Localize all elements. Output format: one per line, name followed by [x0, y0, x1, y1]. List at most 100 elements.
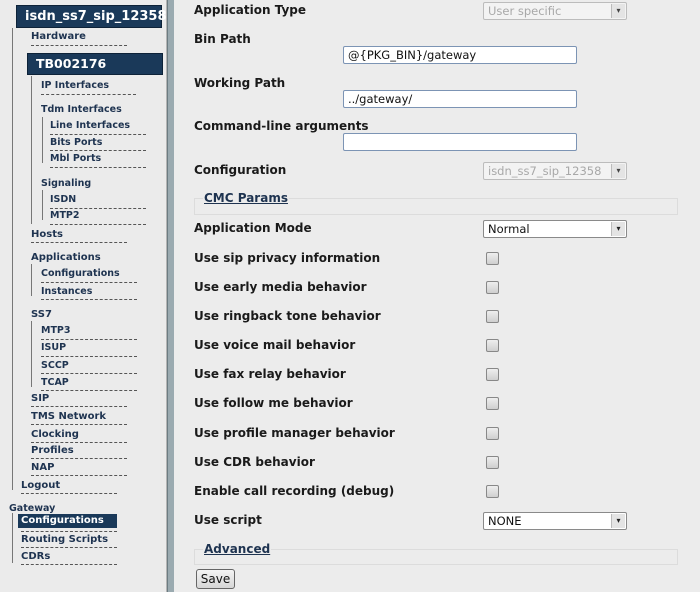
checkbox-label: Use CDR behavior [194, 455, 315, 469]
tree-dash [31, 406, 127, 407]
sidebar-item-signaling[interactable]: Signaling [41, 178, 91, 190]
board-node-title[interactable]: TB002176 [27, 53, 163, 75]
cmdline-args-label: Command-line arguments [194, 119, 369, 133]
profile-manager-checkbox[interactable] [486, 427, 499, 440]
checkbox-label: Enable call recording (debug) [194, 484, 395, 498]
tree-line [42, 117, 43, 163]
tree-line [12, 513, 13, 563]
configuration-select[interactable]: isdn_ss7_sip_12358 ▾ [483, 162, 627, 180]
checkbox-label: Use sip privacy information [194, 251, 381, 265]
root-node-title[interactable]: isdn_ss7_sip_12358 [16, 5, 167, 28]
cmc-params-section: CMC Params [194, 191, 678, 215]
sidebar-item-isup[interactable]: ISUP [41, 342, 66, 354]
sidebar-item-sip[interactable]: SIP [31, 393, 49, 405]
tree-dash [41, 390, 137, 391]
use-script-select[interactable]: NONE ▾ [483, 512, 627, 530]
sidebar-item-tms-network[interactable]: TMS Network [31, 411, 106, 423]
tree-dash [31, 442, 127, 443]
sidebar-item-configurations[interactable]: Configurations [41, 268, 120, 280]
pane-divider[interactable] [167, 0, 174, 592]
sidebar-item-mtp2[interactable]: MTP2 [50, 210, 80, 222]
call-recording-checkbox[interactable] [486, 485, 499, 498]
chevron-down-icon: ▾ [611, 164, 625, 178]
cmdline-args-input[interactable] [343, 133, 577, 151]
tree-line [31, 76, 32, 224]
working-path-input[interactable]: ../gateway/ [343, 90, 577, 108]
configuration-value: isdn_ss7_sip_12358 [488, 164, 602, 178]
checkbox-label: Use follow me behavior [194, 396, 353, 410]
tree-line [31, 264, 32, 296]
sidebar-item-mbl-ports[interactable]: Mbl Ports [50, 153, 101, 165]
tree-dash [50, 134, 146, 135]
tree-dash [21, 493, 117, 494]
sidebar-item-mtp3[interactable]: MTP3 [41, 325, 71, 337]
tree-dash [41, 356, 137, 357]
early-media-checkbox[interactable] [486, 281, 499, 294]
sidebar-item-clocking[interactable]: Clocking [31, 429, 79, 441]
chevron-down-icon: ▾ [611, 4, 625, 18]
use-script-label: Use script [194, 513, 262, 527]
chevron-down-icon: ▾ [611, 514, 625, 528]
application-type-value: User specific [488, 4, 562, 18]
sidebar-item-applications[interactable]: Applications [31, 252, 101, 264]
checkbox-label: Use voice mail behavior [194, 338, 356, 352]
sidebar-item-nap[interactable]: NAP [31, 462, 54, 474]
sidebar-item-tdm-interfaces[interactable]: Tdm Interfaces [41, 104, 122, 116]
save-button[interactable]: Save [196, 569, 235, 589]
application-type-select[interactable]: User specific ▾ [483, 2, 627, 20]
checkbox-label: Use early media behavior [194, 280, 367, 294]
application-mode-select[interactable]: Normal ▾ [483, 220, 627, 238]
bin-path-input[interactable]: @{PKG_BIN}/gateway [343, 46, 577, 64]
bin-path-label: Bin Path [194, 32, 251, 46]
working-path-label: Working Path [194, 76, 286, 90]
sidebar-item-cdrs[interactable]: CDRs [21, 551, 50, 563]
tree-dash [50, 208, 146, 209]
tree-dash [31, 458, 127, 459]
tree-line [42, 190, 43, 220]
checkbox-label: Use fax relay behavior [194, 367, 346, 381]
application-type-label: Application Type [194, 3, 307, 17]
sidebar-item-ip-interfaces[interactable]: IP Interfaces [41, 80, 109, 92]
checkbox-label: Use ringback tone behavior [194, 309, 381, 323]
sidebar-item-bits-ports[interactable]: Bits Ports [50, 137, 102, 149]
sidebar-item-sccp[interactable]: SCCP [41, 360, 69, 372]
tree-dash [21, 564, 117, 565]
tree-dash [41, 373, 137, 374]
sidebar-item-routing-scripts[interactable]: Routing Scripts [21, 534, 108, 546]
tree-line [12, 28, 13, 490]
cdr-behavior-checkbox[interactable] [486, 456, 499, 469]
tree-dash [31, 424, 127, 425]
sidebar-item-line-interfaces[interactable]: Line Interfaces [50, 120, 130, 132]
tree-dash [50, 167, 146, 168]
sidebar-item-ss7[interactable]: SS7 [31, 309, 52, 321]
sidebar-item-gateway-configurations[interactable]: Configurations [18, 514, 117, 528]
sip-privacy-checkbox[interactable] [486, 252, 499, 265]
sidebar-item-logout[interactable]: Logout [21, 480, 60, 492]
cmc-params-title[interactable]: CMC Params [203, 191, 289, 205]
tree-dash [41, 282, 137, 283]
tree-dash [31, 45, 127, 46]
sidebar-item-hosts[interactable]: Hosts [31, 229, 63, 241]
chevron-down-icon: ▾ [611, 222, 625, 236]
fax-relay-checkbox[interactable] [486, 368, 499, 381]
sidebar-item-instances[interactable]: Instances [41, 286, 92, 298]
sidebar-item-isdn[interactable]: ISDN [50, 194, 76, 206]
tree-dash [41, 299, 137, 300]
tree-dash [50, 224, 146, 225]
sidebar-item-hardware[interactable]: Hardware [31, 31, 86, 43]
application-form: Application Type User specific ▾ Bin Pat… [174, 0, 700, 592]
tree-dash [31, 242, 127, 243]
use-script-value: NONE [488, 514, 522, 528]
follow-me-checkbox[interactable] [486, 397, 499, 410]
tree-dash [21, 547, 117, 548]
checkbox-label: Use profile manager behavior [194, 426, 395, 440]
sidebar-item-tcap[interactable]: TCAP [41, 377, 69, 389]
tree-dash [31, 475, 127, 476]
sidebar-item-profiles[interactable]: Profiles [31, 445, 74, 457]
advanced-title[interactable]: Advanced [203, 542, 272, 556]
ringback-tone-checkbox[interactable] [486, 310, 499, 323]
tree-dash [41, 94, 136, 95]
voice-mail-checkbox[interactable] [486, 339, 499, 352]
application-mode-value: Normal [488, 222, 530, 236]
tree-dash [50, 150, 146, 151]
